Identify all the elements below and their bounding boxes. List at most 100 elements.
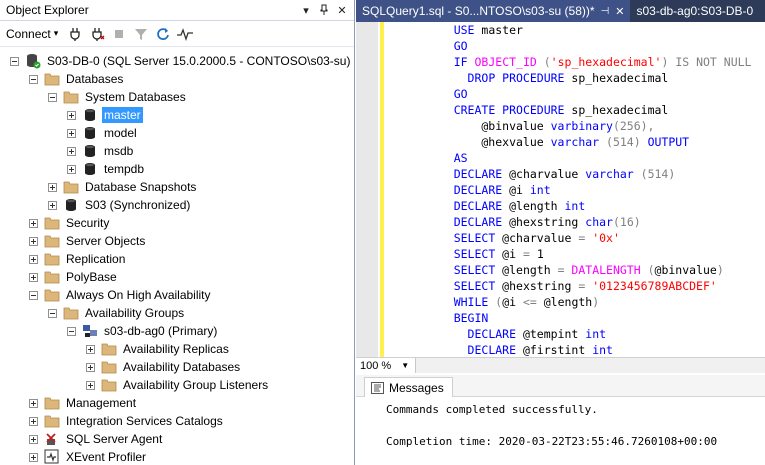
code-line[interactable]: GO <box>426 86 765 102</box>
expand-icon[interactable] <box>29 398 38 408</box>
close-icon[interactable]: ✕ <box>334 2 350 18</box>
tree-node[interactable]: tempdb <box>67 160 146 178</box>
code-line[interactable]: DECLARE @charvalue varchar (514) <box>426 166 765 182</box>
expand-icon[interactable] <box>29 236 38 246</box>
tree-node-label[interactable]: Replication <box>64 251 127 267</box>
expand-icon[interactable] <box>29 452 38 462</box>
tree-node[interactable]: Always On High Availability <box>29 286 213 304</box>
collapse-icon[interactable] <box>48 308 57 318</box>
tree-node-label[interactable]: Availability Replicas <box>121 341 231 357</box>
tree-node[interactable]: Replication <box>29 250 127 268</box>
expand-icon[interactable] <box>67 164 76 174</box>
tab-availability-group[interactable]: s03-db-ag0:S03-DB-0 <box>630 0 759 22</box>
expand-icon[interactable] <box>67 146 76 156</box>
disconnect-icon[interactable] <box>88 25 106 43</box>
code-editor[interactable]: USE master GO IF OBJECT_ID ('sp_hexadeci… <box>356 22 765 357</box>
tree-node[interactable]: s03-db-ag0 (Primary) <box>67 322 219 340</box>
expand-icon[interactable] <box>29 218 38 228</box>
code-line[interactable]: WHILE (@i <= @length) <box>426 294 765 310</box>
tree-node[interactable]: model <box>67 124 139 142</box>
tree-node-label[interactable]: msdb <box>102 143 135 159</box>
tree-node-label[interactable]: Security <box>64 215 111 231</box>
tree-node-label[interactable]: Databases <box>64 71 125 87</box>
code-line[interactable]: @hexvalue varchar (514) OUTPUT <box>426 134 765 150</box>
code-line[interactable]: SELECT @length = DATALENGTH (@binvalue) <box>426 262 765 278</box>
collapse-icon[interactable] <box>48 92 57 102</box>
code-line[interactable]: SELECT @i = 1 <box>426 246 765 262</box>
tree-node[interactable]: msdb <box>67 142 135 160</box>
connect-button[interactable]: Connect ▾ <box>6 27 62 41</box>
filter-icon[interactable] <box>132 25 150 43</box>
pin-icon[interactable] <box>316 2 332 18</box>
tree-node[interactable]: Server Objects <box>29 232 147 250</box>
collapse-icon[interactable] <box>29 290 38 300</box>
tab-messages[interactable]: Messages <box>364 377 453 397</box>
tree-node[interactable]: Availability Groups <box>48 304 186 322</box>
tree-node-label[interactable]: System Databases <box>83 89 188 105</box>
tree-node[interactable]: PolyBase <box>29 268 119 286</box>
tree-node-label[interactable]: Availability Groups <box>83 305 186 321</box>
tree-node-label[interactable]: s03-db-ag0 (Primary) <box>102 323 219 339</box>
tree-node[interactable]: S03-DB-0 (SQL Server 15.0.2000.5 - CONTO… <box>10 52 352 70</box>
code-line[interactable]: DECLARE @length int <box>426 198 765 214</box>
tree-node-label[interactable]: S03 (Synchronized) <box>83 197 192 213</box>
code-line[interactable]: SELECT @charvalue = '0x' <box>426 230 765 246</box>
expand-icon[interactable] <box>29 434 38 444</box>
code-line[interactable]: @binvalue varbinary(256), <box>426 118 765 134</box>
tree-node[interactable]: SQL Server Agent <box>29 430 164 448</box>
tree-node-label[interactable]: Availability Group Listeners <box>121 377 270 393</box>
expand-icon[interactable] <box>48 182 57 192</box>
zoom-select[interactable]: 100 % ▼ <box>356 358 416 373</box>
collapse-icon[interactable] <box>10 56 19 66</box>
window-position-dropdown-icon[interactable]: ▾ <box>298 2 314 18</box>
tree-node[interactable]: Availability Group Listeners <box>86 376 270 394</box>
tree-node-label[interactable]: model <box>102 125 139 141</box>
code-line[interactable]: DROP PROCEDURE sp_hexadecimal <box>426 70 765 86</box>
tree-node[interactable]: Databases <box>29 70 125 88</box>
code-content[interactable]: USE master GO IF OBJECT_ID ('sp_hexadeci… <box>426 22 765 357</box>
close-icon[interactable]: ✕ <box>615 5 624 18</box>
expand-icon[interactable] <box>48 200 57 210</box>
tree-node-label[interactable]: tempdb <box>102 161 146 177</box>
tree-node-label[interactable]: XEvent Profiler <box>64 449 148 465</box>
code-line[interactable]: DECLARE @tempint int <box>426 326 765 342</box>
stop-icon[interactable] <box>110 25 128 43</box>
expand-icon[interactable] <box>86 380 95 390</box>
tree-node[interactable]: Database Snapshots <box>48 178 198 196</box>
tree-node-label[interactable]: Always On High Availability <box>64 287 213 303</box>
code-line[interactable]: GO <box>426 38 765 54</box>
expand-icon[interactable] <box>29 416 38 426</box>
tree-node[interactable]: System Databases <box>48 88 188 106</box>
tree-node[interactable]: S03 (Synchronized) <box>48 196 192 214</box>
activity-monitor-icon[interactable] <box>176 25 194 43</box>
tree-node-label[interactable]: master <box>102 107 143 123</box>
code-line[interactable]: CREATE PROCEDURE sp_hexadecimal <box>426 102 765 118</box>
tree-node[interactable]: Management <box>29 394 138 412</box>
tree-node-label[interactable]: PolyBase <box>64 269 119 285</box>
tree-node[interactable]: Availability Databases <box>86 358 242 376</box>
collapse-icon[interactable] <box>29 74 38 84</box>
collapse-icon[interactable] <box>67 326 76 336</box>
code-line[interactable]: SELECT @hexstring = '0123456789ABCDEF' <box>426 278 765 294</box>
expand-icon[interactable] <box>86 362 95 372</box>
code-line[interactable]: AS <box>426 150 765 166</box>
pin-icon[interactable]: ⊣ <box>601 6 610 17</box>
tree-node[interactable]: XEvent Profiler <box>29 448 148 465</box>
code-line[interactable]: IF OBJECT_ID ('sp_hexadecimal') IS NOT N… <box>426 54 765 70</box>
tree-node-label[interactable]: Availability Databases <box>121 359 242 375</box>
expand-icon[interactable] <box>29 254 38 264</box>
tree-node-label[interactable]: Integration Services Catalogs <box>64 413 225 429</box>
expand-icon[interactable] <box>67 110 76 120</box>
tree-node-label[interactable]: S03-DB-0 (SQL Server 15.0.2000.5 - CONTO… <box>45 53 352 69</box>
code-line[interactable]: DECLARE @firstint int <box>426 342 765 357</box>
tree-node-label[interactable]: Server Objects <box>64 233 147 249</box>
code-line[interactable]: BEGIN <box>426 310 765 326</box>
expand-icon[interactable] <box>67 128 76 138</box>
tree-node-label[interactable]: SQL Server Agent <box>64 431 164 447</box>
code-line[interactable]: USE master <box>426 22 765 38</box>
refresh-icon[interactable] <box>154 25 172 43</box>
code-line[interactable]: DECLARE @hexstring char(16) <box>426 214 765 230</box>
tree-node-label[interactable]: Database Snapshots <box>83 179 198 195</box>
tree-node-label[interactable]: Management <box>64 395 138 411</box>
code-line[interactable]: DECLARE @i int <box>426 182 765 198</box>
